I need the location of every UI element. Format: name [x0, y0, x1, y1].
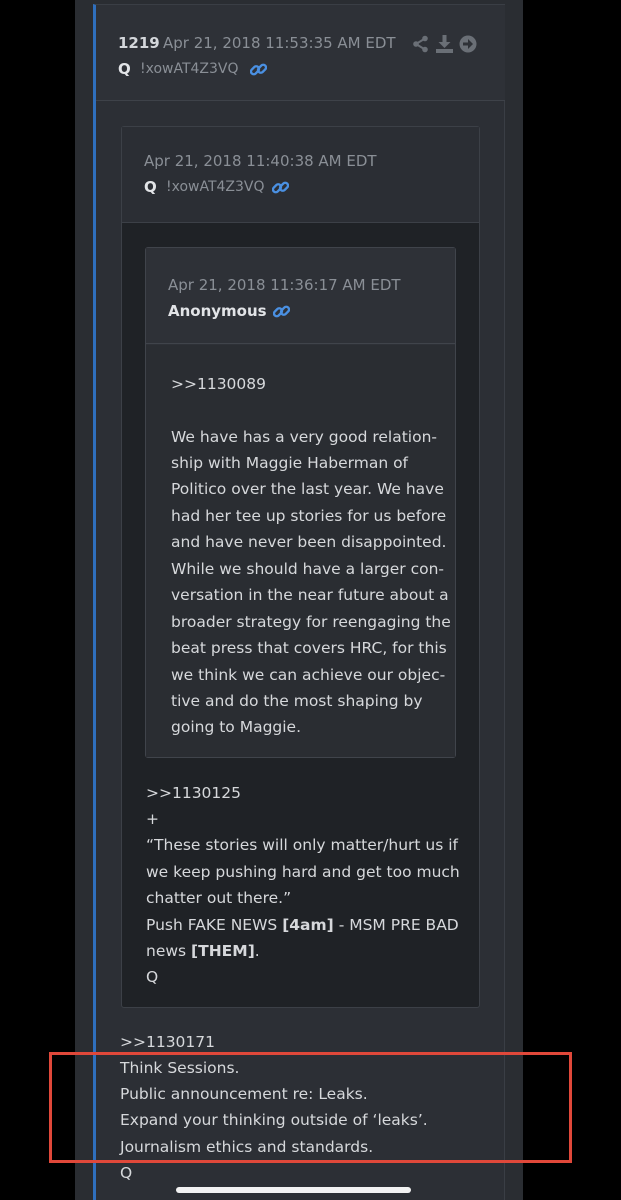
highlight-annotation-box: [49, 1052, 572, 1163]
body-line: tive and do the most shaping by: [171, 692, 423, 710]
body-line: beat press that covers HRC, for this: [171, 639, 447, 657]
link-icon[interactable]: [272, 179, 289, 196]
body-text-bold: [4am]: [282, 916, 334, 934]
body-text: Push FAKE NEWS: [146, 916, 283, 934]
post-header: 1219 Apr 21, 2018 11:53:35 AM EDT Q !xow…: [96, 5, 505, 101]
post-tripcode: !xowAT4Z3VQ: [140, 61, 239, 77]
body-line: versation in the near future about a: [171, 586, 449, 604]
body-text-bold: [THEM]: [191, 942, 255, 960]
body-line: news [THEM].: [146, 938, 260, 964]
post-reference-link[interactable]: >>1130089: [171, 371, 266, 397]
post-date: Apr 21, 2018 11:53:35 AM EDT: [163, 34, 396, 52]
body-line: ship with Maggie Haberman of: [171, 454, 409, 472]
quoted-post-tripcode: !xowAT4Z3VQ: [166, 179, 265, 195]
nested-quoted-post-header: Apr 21, 2018 11:36:17 AM EDT Anonymous: [146, 248, 455, 344]
body-signature: Q: [120, 1164, 133, 1182]
post-reference-link[interactable]: >>1130125: [146, 780, 241, 806]
link-icon[interactable]: [273, 303, 290, 320]
body-line: we keep pushing hard and get too much: [146, 863, 460, 881]
body-text: - MSM PRE BAD: [333, 916, 459, 934]
post-actions: [412, 35, 478, 55]
body-signature: Q: [146, 968, 159, 986]
body-text: .: [254, 942, 260, 960]
body-text: news: [146, 942, 192, 960]
nested-quoted-post-date: Apr 21, 2018 11:36:17 AM EDT: [168, 276, 401, 294]
body-line: broader strategy for reengaging the: [171, 613, 451, 631]
post-number[interactable]: 1219: [118, 34, 160, 52]
share-icon[interactable]: [412, 35, 429, 53]
body-line: going to Maggie.: [171, 718, 302, 736]
nested-quoted-post-author: Anonymous: [168, 302, 267, 320]
body-line: “These stories will only matter/hurt us …: [146, 836, 458, 854]
body-line: and have never been disappointed.: [171, 533, 447, 551]
link-icon[interactable]: [250, 61, 267, 78]
body-line: +: [146, 810, 159, 828]
body-line: Push FAKE NEWS [4am] - MSM PRE BAD: [146, 912, 459, 938]
download-icon[interactable]: [436, 35, 453, 53]
body-line: We have has a very good relation-: [171, 428, 437, 446]
body-line: Politico over the last year. We have: [171, 480, 444, 498]
home-indicator[interactable]: [176, 1187, 411, 1193]
post-author: Q: [118, 60, 131, 78]
body-line: While we should have a larger con-: [171, 560, 445, 578]
body-line: we think we can achieve our objec-: [171, 666, 446, 684]
quoted-post-author: Q: [144, 178, 157, 196]
body-line: chatter out there.”: [146, 889, 292, 907]
quoted-post-header: Apr 21, 2018 11:40:38 AM EDT Q !xowAT4Z3…: [122, 127, 479, 223]
body-line: had her tee up stories for us before: [171, 507, 447, 525]
arrow-right-icon[interactable]: [459, 35, 477, 53]
quoted-post-date: Apr 21, 2018 11:40:38 AM EDT: [144, 152, 377, 170]
